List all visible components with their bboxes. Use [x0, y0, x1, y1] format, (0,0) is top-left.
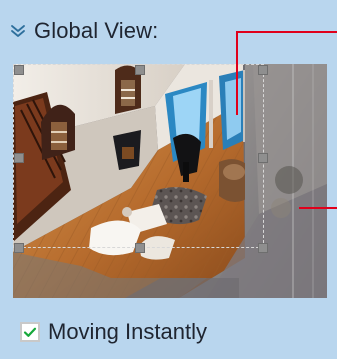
resize-handle-top-right[interactable]	[258, 65, 268, 75]
global-view-frame	[13, 64, 327, 298]
resize-handle-bottom-left[interactable]	[14, 243, 24, 253]
global-view-header[interactable]: Global View:	[10, 16, 158, 46]
resize-handle-top-center[interactable]	[135, 65, 145, 75]
global-view-viewport-box[interactable]	[13, 64, 268, 253]
resize-handle-middle-right[interactable]	[258, 153, 268, 163]
red-marker-line	[236, 31, 238, 115]
moving-instantly-label: Moving Instantly	[48, 319, 207, 344]
resize-handle-middle-left[interactable]	[14, 153, 24, 163]
double-chevron-down-icon[interactable]	[10, 23, 26, 39]
red-marker-line	[299, 207, 337, 209]
red-marker-line	[236, 31, 337, 33]
resize-handle-bottom-right[interactable]	[258, 243, 268, 253]
moving-instantly-option[interactable]: Moving Instantly	[20, 318, 207, 346]
resize-handle-top-left[interactable]	[14, 65, 24, 75]
resize-handle-bottom-center[interactable]	[135, 243, 145, 253]
moving-instantly-checkbox[interactable]	[20, 322, 40, 342]
global-view-title: Global View:	[34, 18, 159, 43]
